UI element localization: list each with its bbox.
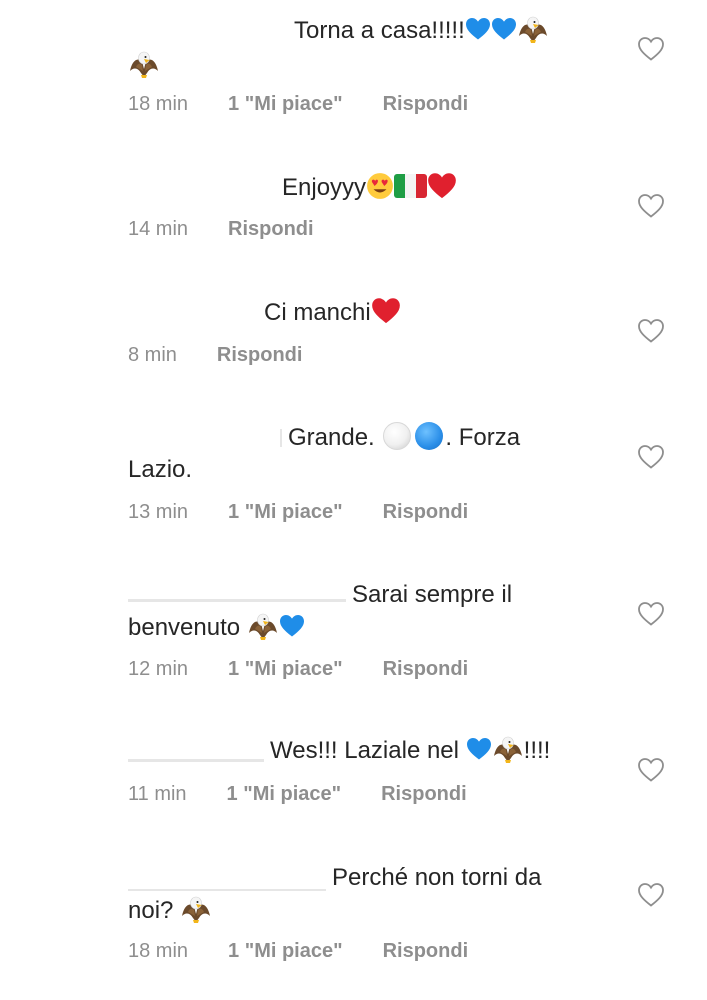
comment-likes-link[interactable]: 1 "Mi piace" — [228, 92, 343, 116]
comment-body: Torna a casa!!!!! — [294, 17, 465, 44]
reply-button[interactable]: Rispondi — [383, 939, 469, 963]
redacted-username — [128, 889, 326, 891]
eagle-emoji — [517, 14, 549, 44]
comment-text: Perché non torni da noi? — [128, 862, 598, 927]
eagle-emoji — [128, 49, 160, 79]
comment-meta: 18 min 1 "Mi piace" Rispondi — [128, 939, 468, 963]
comment-likes-link[interactable]: 1 "Mi piace" — [228, 939, 343, 963]
comment-likes-link[interactable]: 1 "Mi piace" — [227, 782, 342, 806]
comment-meta: 11 min 1 "Mi piace" Rispondi — [128, 782, 467, 806]
comment-time: 18 min — [128, 93, 189, 115]
comment-meta: 18 min 1 "Mi piace" Rispondi — [128, 92, 468, 116]
comment-body-cont: !!!! — [523, 737, 551, 764]
comment-body: Grande. — [288, 424, 382, 451]
blue-heart-emoji — [491, 17, 517, 41]
comment-time: 13 min — [128, 501, 189, 523]
red-heart-emoji — [371, 297, 401, 325]
comment-text: Enjoyyy — [128, 172, 598, 204]
comment-body-line2: benvenuto — [128, 614, 247, 641]
redacted-username — [128, 759, 264, 762]
comment-time: 11 min — [128, 783, 187, 805]
redacted-username — [128, 599, 346, 602]
eagle-emoji — [247, 611, 279, 641]
reply-button[interactable]: Rispondi — [381, 782, 467, 806]
comment-body: Ci manchi — [264, 299, 371, 326]
heart-outline-icon[interactable] — [638, 319, 664, 343]
italy-flag-emoji — [394, 174, 428, 198]
comment-body: Enjoyyy — [282, 174, 367, 201]
eagle-emoji — [180, 894, 212, 924]
comment-time: 18 min — [128, 940, 189, 962]
heart-outline-icon[interactable] — [638, 445, 664, 469]
comment-body-cont: . Forza — [445, 424, 521, 451]
comment-likes-link[interactable]: 1 "Mi piace" — [228, 500, 343, 524]
blue-heart-emoji — [466, 737, 492, 761]
comment-meta: 13 min 1 "Mi piace" Rispondi — [128, 500, 468, 524]
comment-meta: 8 min Rispondi — [128, 343, 302, 367]
blue-circle-emoji — [415, 422, 444, 450]
heart-outline-icon[interactable] — [638, 758, 664, 782]
heart-eyes-emoji — [367, 173, 393, 199]
heart-outline-icon[interactable] — [638, 37, 664, 61]
reply-button[interactable]: Rispondi — [383, 500, 469, 524]
comment-text: Torna a casa!!!!! — [128, 14, 598, 82]
heart-outline-icon[interactable] — [638, 194, 664, 218]
redacted-username — [280, 429, 282, 447]
comment-body: Wes!!! Laziale nel — [270, 737, 466, 764]
white-circle-emoji — [383, 422, 412, 450]
comment-likes-link[interactable]: 1 "Mi piace" — [228, 657, 343, 681]
comment-time: 14 min — [128, 218, 189, 240]
blue-heart-emoji — [279, 614, 305, 638]
eagle-emoji — [492, 734, 524, 764]
comment-meta: 12 min 1 "Mi piace" Rispondi — [128, 657, 468, 681]
reply-button[interactable]: Rispondi — [383, 92, 469, 116]
comment-time: 12 min — [128, 658, 189, 680]
reply-button[interactable]: Rispondi — [228, 217, 314, 241]
comment-body-line2: Lazio. — [128, 456, 193, 483]
comment-body-line2: noi? — [128, 897, 181, 924]
heart-outline-icon[interactable] — [638, 602, 664, 626]
red-heart-emoji — [427, 172, 457, 200]
comment-meta: 14 min Rispondi — [128, 217, 314, 241]
comment-body: Sarai sempre il — [352, 581, 513, 608]
comment-text: Wes!!! Laziale nel !!!! — [128, 734, 598, 767]
comment-text: Ci manchi — [128, 297, 598, 329]
blue-heart-emoji — [465, 17, 491, 41]
comment-text: Sarai sempre il benvenuto — [128, 579, 598, 644]
comment-body: Perché non torni da — [332, 864, 542, 891]
heart-outline-icon[interactable] — [638, 883, 664, 907]
reply-button[interactable]: Rispondi — [217, 343, 303, 367]
comment-text: Grande. . Forza Lazio. — [128, 422, 598, 486]
reply-button[interactable]: Rispondi — [383, 657, 469, 681]
comment-time: 8 min — [128, 344, 177, 366]
